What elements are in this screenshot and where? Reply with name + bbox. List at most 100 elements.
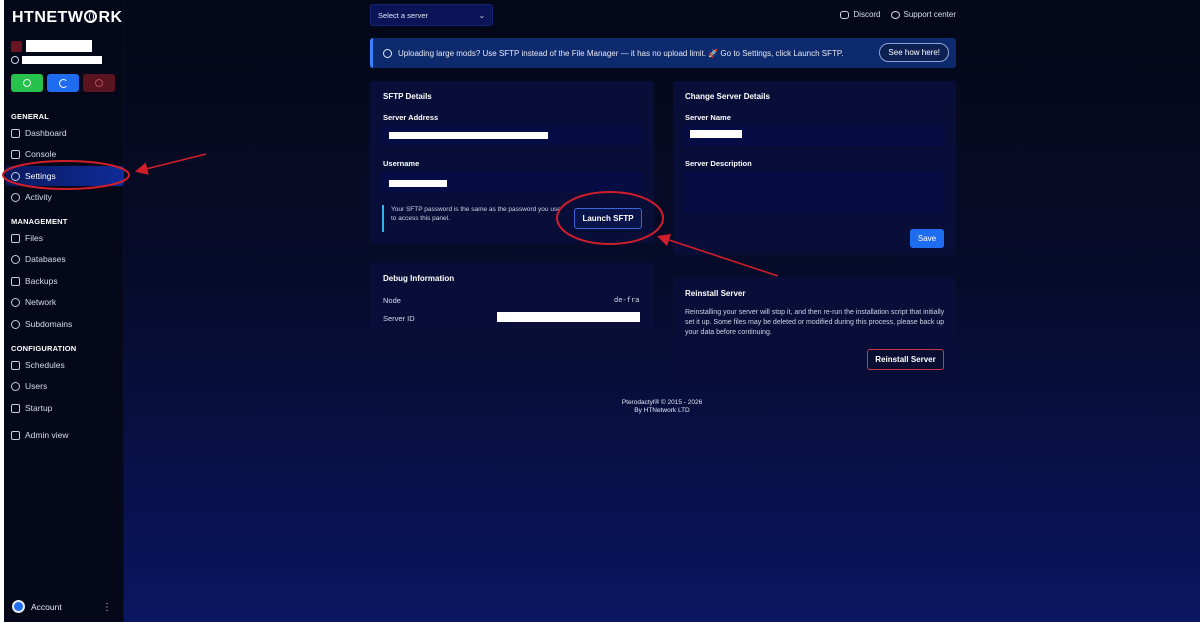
change-server-details-title: Change Server Details	[685, 92, 770, 101]
server-name-label: Server Name	[685, 113, 731, 122]
debug-information-title: Debug Information	[383, 274, 455, 283]
redacted-server-address	[389, 132, 548, 139]
external-link-icon	[11, 430, 20, 440]
sidebar-item-backups[interactable]: Backups	[11, 273, 58, 289]
redacted-server-name	[26, 40, 92, 52]
power-on-icon	[23, 79, 31, 87]
archive-icon	[11, 276, 20, 286]
sidebar-item-subdomains[interactable]: Subdomains	[11, 316, 72, 332]
section-management: MANAGEMENT	[11, 217, 68, 226]
eye-icon	[11, 192, 20, 202]
grid-icon	[11, 128, 20, 138]
reinstall-description: Reinstalling your server will stop it, a…	[685, 309, 945, 336]
sliders-icon	[11, 403, 20, 413]
server-address-label: Server Address	[383, 113, 439, 122]
support-center-link[interactable]: Support center	[890, 10, 956, 19]
sidebar-item-network[interactable]: Network	[11, 294, 56, 310]
account-menu[interactable]: Account	[12, 600, 62, 613]
account-label: Account	[31, 601, 62, 612]
sidebar-item-label: Settings	[25, 171, 56, 181]
sftp-tip-banner: Uploading large mods? Use SFTP instead o…	[370, 38, 956, 68]
globe-icon	[84, 10, 98, 23]
globe-icon	[11, 319, 20, 329]
calendar-icon	[11, 360, 20, 370]
sidebar-item-activity[interactable]: Activity	[11, 189, 52, 205]
see-how-button[interactable]: See how here!	[879, 43, 949, 62]
annotation-arrow-settings	[134, 153, 207, 175]
restart-icon	[58, 78, 68, 88]
save-button[interactable]: Save	[910, 229, 944, 248]
banner-text: Uploading large mods? Use SFTP instead o…	[398, 48, 844, 58]
sidebar-item-console[interactable]: Console	[11, 146, 56, 162]
terminal-icon	[11, 149, 20, 159]
sidebar-item-label: Subdomains	[25, 319, 73, 329]
server-status-swatch	[11, 40, 22, 52]
reinstall-server-button[interactable]: Reinstall Server	[867, 349, 944, 370]
launch-sftp-button[interactable]: Launch SFTP	[574, 208, 642, 229]
gear-icon	[11, 171, 20, 181]
server-select-label: Select a server	[378, 10, 429, 20]
sidebar-item-settings[interactable]: Settings	[6, 166, 124, 186]
brand-logo[interactable]: HTNETW RK	[12, 9, 123, 27]
top-links: Discord Support center	[840, 10, 956, 19]
server-description-field[interactable]	[684, 172, 944, 213]
sidebar-item-label: Users	[25, 381, 48, 391]
power-controls	[11, 74, 115, 92]
reinstall-server-title: Reinstall Server	[685, 289, 746, 298]
start-button[interactable]	[11, 74, 43, 92]
footer-company: By HTNetwork LTD	[634, 407, 690, 414]
sidebar-item-label: Console	[25, 149, 57, 159]
sidebar-item-admin-view[interactable]: Admin view	[11, 427, 68, 443]
server-identity	[11, 40, 92, 52]
folder-icon	[11, 233, 20, 243]
section-general: GENERAL	[11, 112, 50, 121]
sidebar-item-label: Files	[25, 233, 43, 243]
sidebar-item-label: Databases	[25, 254, 66, 264]
support-label: Support center	[903, 10, 956, 19]
server-id-label: Server ID	[383, 314, 415, 323]
chevron-down-icon: ⌄	[478, 10, 485, 20]
sidebar: HTNETW RK GENERAL Dashboard Console Setti…	[4, 0, 124, 622]
footer: Pterodactyl® © 2015 - 2026 By HTNetwork …	[562, 399, 762, 415]
sidebar-item-label: Dashboard	[25, 128, 67, 138]
redacted-username	[389, 180, 447, 187]
sidebar-item-label: Schedules	[25, 360, 65, 370]
sidebar-item-startup[interactable]: Startup	[11, 400, 52, 416]
info-icon	[383, 48, 392, 58]
location-icon	[11, 56, 19, 64]
sidebar-item-dashboard[interactable]: Dashboard	[11, 125, 67, 141]
stop-button[interactable]	[83, 74, 115, 92]
section-configuration: CONFIGURATION	[11, 344, 77, 353]
redacted-server-ip	[22, 56, 102, 64]
footer-copyright: Pterodactyl® © 2015 - 2026	[621, 399, 703, 406]
sidebar-item-label: Backups	[25, 276, 58, 286]
username-label: Username	[383, 159, 420, 168]
sidebar-item-label: Activity	[25, 192, 52, 202]
sftp-password-note: Your SFTP password is the same as the pa…	[382, 205, 562, 232]
avatar	[12, 600, 25, 613]
node-value: de-fra	[614, 296, 640, 304]
database-icon	[11, 254, 20, 264]
users-icon	[11, 381, 20, 391]
redacted-server-id	[497, 312, 640, 322]
more-options-icon[interactable]: ⋮	[102, 602, 112, 613]
restart-button[interactable]	[47, 74, 79, 92]
server-description-label: Server Description	[685, 159, 752, 168]
network-icon	[11, 297, 20, 307]
server-ip-row	[11, 56, 102, 64]
redacted-server-name-value	[690, 130, 742, 138]
sidebar-item-label: Network	[25, 297, 57, 307]
power-off-icon	[95, 79, 103, 87]
node-label: Node	[383, 296, 401, 305]
sidebar-item-files[interactable]: Files	[11, 230, 43, 246]
server-select-dropdown[interactable]: Select a server ⌄	[370, 4, 493, 26]
sidebar-item-schedules[interactable]: Schedules	[11, 357, 65, 373]
sidebar-item-label: Admin view	[25, 430, 69, 440]
discord-label: Discord	[853, 10, 881, 19]
sftp-details-title: SFTP Details	[383, 92, 432, 101]
discord-link[interactable]: Discord	[840, 10, 881, 19]
sidebar-item-databases[interactable]: Databases	[11, 251, 66, 267]
sidebar-item-label: Startup	[25, 403, 53, 413]
sidebar-item-users[interactable]: Users	[11, 378, 47, 394]
lifebuoy-icon	[890, 10, 900, 19]
